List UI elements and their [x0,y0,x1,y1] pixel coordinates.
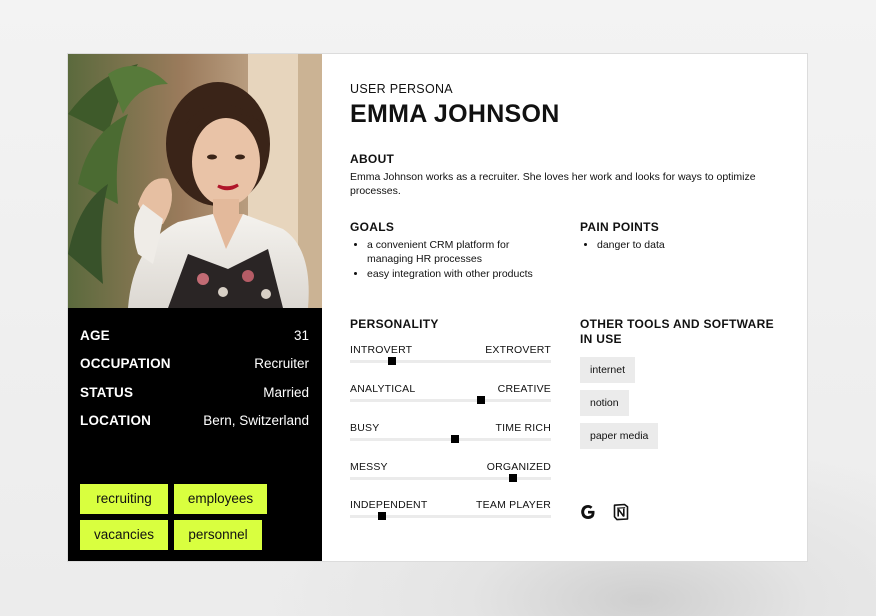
info-label: AGE [80,327,110,343]
pain-points-heading: PAIN POINTS [580,220,660,234]
google-logo-icon [581,505,595,519]
info-list: AGE 31 OCCUPATION Recruiter STATUS Marri… [80,321,309,435]
info-value: Married [263,384,309,400]
goal-item: easy integration with other products [367,267,557,281]
tool-chip-notion: notion [580,390,629,416]
info-row-occupation: OCCUPATION Recruiter [80,350,309,379]
tool-chip-internet: internet [580,357,636,383]
trait-left-label: ANALYTICAL [350,383,416,395]
trait-track [350,477,551,480]
info-label: OCCUPATION [80,356,171,372]
trait-left-label: INDEPENDENT [350,499,428,511]
tag-employees: employees [174,484,267,514]
tag-personnel: personnel [174,520,262,550]
goal-item: a convenient CRM platform for managing H… [367,238,557,266]
info-label: STATUS [80,384,134,400]
trait-knob [450,435,459,443]
info-label: LOCATION [80,413,152,429]
trait-slider: BUSY TIME RICH [350,422,551,443]
pain-point-item: danger to data [597,238,787,252]
tools-heading: OTHER TOOLS AND SOFTWARE IN USE [580,317,774,346]
about-text: Emma Johnson works as a recruiter. She l… [350,171,756,197]
about-heading: ABOUT [350,152,395,166]
trait-slider: MESSY ORGANIZED [350,461,551,482]
profile-photo [68,54,322,308]
persona-subtitle: USER PERSONA [350,82,453,96]
trait-knob [378,512,387,520]
tool-logos [580,503,630,521]
info-value: Recruiter [254,356,309,372]
trait-left-label: MESSY [350,461,388,473]
goals-list: a convenient CRM platform for managing H… [350,238,557,282]
info-row-location: LOCATION Bern, Switzerland [80,407,309,436]
trait-knob [388,357,397,365]
persona-name: EMMA JOHNSON [350,100,560,128]
trait-slider: INTROVERT EXTROVERT [350,344,551,365]
profile-panel: AGE 31 OCCUPATION Recruiter STATUS Marri… [68,54,322,561]
trait-slider: ANALYTICAL CREATIVE [350,383,551,404]
trait-track [350,360,551,363]
tag-recruiting: recruiting [80,484,168,514]
info-row-age: AGE 31 [80,321,309,350]
trait-knob [508,474,517,482]
pain-points-list: danger to data [580,238,787,252]
info-row-status: STATUS Married [80,378,309,407]
portrait-image [68,54,322,308]
goals-heading: GOALS [350,220,395,234]
tag-list: recruiting employees vacancies personnel [80,484,280,550]
persona-card: AGE 31 OCCUPATION Recruiter STATUS Marri… [67,53,808,562]
trait-right-label: TEAM PLAYER [476,499,551,511]
details-panel: USER PERSONA EMMA JOHNSON ABOUT Emma Joh… [350,54,790,561]
trait-right-label: CREATIVE [497,383,551,395]
notion-logo-icon [613,503,629,521]
trait-right-label: TIME RICH [495,422,551,434]
trait-knob [476,396,485,404]
tag-vacancies: vacancies [80,520,168,550]
trait-right-label: ORGANIZED [486,461,551,473]
trait-slider: INDEPENDENT TEAM PLAYER [350,499,551,520]
info-value: 31 [293,327,309,343]
trait-track [350,399,551,402]
trait-left-label: INTROVERT [350,344,413,356]
trait-right-label: EXTROVERT [485,344,551,356]
trait-left-label: BUSY [350,422,380,434]
personality-heading: PERSONALITY [350,317,439,331]
info-value: Bern, Switzerland [203,413,309,429]
tool-chip-paper-media: paper media [580,423,659,449]
